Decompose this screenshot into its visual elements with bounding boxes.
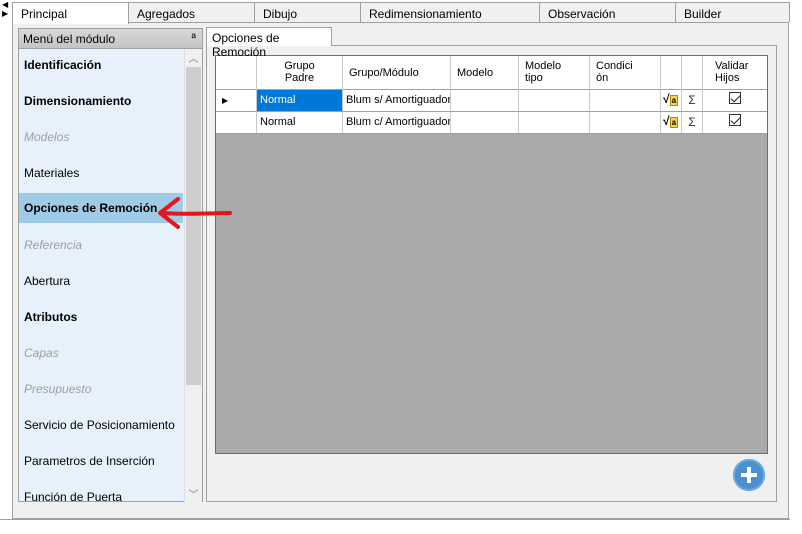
formula-icon[interactable]: √ a — [661, 112, 682, 133]
module-menu-list: Identificación Dimensionamiento Modelos … — [19, 50, 183, 502]
menu-item-atributos[interactable]: Atributos — [19, 302, 183, 332]
sigma-icon[interactable]: Σ — [682, 112, 703, 133]
menu-scrollbar[interactable]: ︿ ﹀ — [184, 50, 202, 502]
divider — [0, 519, 790, 520]
menu-item-parametros-de-insercion[interactable]: Parametros de Inserción — [19, 446, 183, 476]
header-line: Hijos — [715, 72, 740, 84]
tab-scroll-right-icon[interactable]: ▶ — [2, 9, 12, 18]
formula-icon[interactable]: √ a — [661, 90, 682, 111]
tab-observacion[interactable]: Observación — [539, 2, 676, 22]
current-row-indicator-icon[interactable]: ▶ — [216, 90, 257, 111]
row-header[interactable] — [216, 112, 257, 133]
header-line: Condici — [596, 60, 633, 72]
header-line: Grupo — [284, 60, 315, 72]
menu-item-dimensionamiento[interactable]: Dimensionamiento — [19, 86, 183, 116]
menu-item-materiales[interactable]: Materiales — [19, 158, 183, 188]
tab-builder[interactable]: Builder — [675, 2, 790, 22]
header-line: ón — [596, 72, 609, 84]
cell-grupo-padre[interactable]: Normal — [257, 112, 343, 133]
menu-item-funcion-de-puerta[interactable]: Función de Puerta — [19, 482, 183, 502]
annotation-arrow-icon — [158, 197, 232, 229]
cell-grupo-modulo[interactable]: Blum s/ Amortiguador — [343, 90, 451, 111]
tab-scroll-arrows[interactable]: ◀ ▶ — [2, 0, 12, 20]
module-menu-panel: Menú del módulo ª Identificación Dimensi… — [18, 28, 203, 502]
cell-modelo-tipo[interactable] — [519, 112, 590, 133]
menu-item-referencia: Referencia — [24, 238, 83, 252]
removal-options-grid: Grupo Padre Grupo/Módulo Modelo Modelo t… — [215, 55, 768, 454]
menu-item-servicio-de-posicionamiento[interactable]: Servicio de Posicionamiento — [19, 410, 183, 440]
main-tabbar: Principal Agregados Dibujo Redimensionam… — [12, 2, 790, 24]
cell-condicion[interactable] — [590, 112, 661, 133]
cell-modelo[interactable] — [451, 112, 519, 133]
header-line: Modelo — [525, 60, 562, 72]
pin-icon[interactable]: ª — [192, 31, 196, 45]
table-row[interactable]: ▶ Normal Blum s/ Amortiguador √ a Σ — [216, 90, 767, 112]
scroll-up-icon[interactable]: ︿ — [185, 50, 202, 66]
grid-header: Grupo Padre Grupo/Módulo Modelo Modelo t… — [216, 56, 767, 90]
tab-label: Principal — [21, 7, 68, 21]
row-header-corner — [216, 56, 257, 90]
col-header-validar-hijos[interactable]: Validar Hijos — [703, 56, 767, 90]
checkbox-checked-icon[interactable] — [729, 92, 741, 104]
add-row-button[interactable] — [733, 459, 765, 491]
tab-principal[interactable]: Principal — [12, 2, 129, 24]
menu-item-abertura[interactable]: Abertura — [19, 266, 183, 296]
tab-label: Observación — [548, 7, 616, 21]
cell-modelo-tipo[interactable] — [519, 90, 590, 111]
cell-grupo-padre[interactable]: Normal — [257, 90, 343, 111]
tab-redimensionamiento[interactable]: Redimensionamiento — [360, 2, 540, 22]
tab-label: Agregados — [137, 7, 196, 21]
col-header-condicion[interactable]: Condici ón — [590, 56, 661, 90]
module-menu-header: Menú del módulo ª — [19, 29, 202, 49]
validar-hijos-checkbox[interactable] — [703, 90, 767, 111]
cell-grupo-modulo[interactable]: Blum c/ Amortiguador — [343, 112, 451, 133]
tab-label: Builder — [684, 7, 722, 21]
scroll-down-icon[interactable]: ﹀ — [185, 486, 202, 502]
col-header-modelo-tipo[interactable]: Modelo tipo — [519, 56, 590, 90]
menu-item-presupuesto: Presupuesto — [24, 382, 92, 396]
table-row[interactable]: Normal Blum c/ Amortiguador √ a Σ — [216, 112, 767, 134]
cell-condicion[interactable] — [590, 90, 661, 111]
validar-hijos-checkbox[interactable] — [703, 112, 767, 133]
header-line: Padre — [284, 72, 315, 84]
tab-scroll-left-icon[interactable]: ◀ — [2, 0, 12, 9]
col-header-grupo-modulo[interactable]: Grupo/Módulo — [343, 56, 451, 90]
menu-item-identificacion[interactable]: Identificación — [19, 50, 183, 80]
header-line: Validar — [715, 60, 749, 72]
tab-agregados[interactable]: Agregados — [128, 2, 255, 22]
menu-item-modelos: Modelos — [24, 130, 70, 144]
checkbox-checked-icon[interactable] — [729, 114, 741, 126]
cell-modelo[interactable] — [451, 90, 519, 111]
header-line: tipo — [525, 72, 543, 84]
col-header-modelo[interactable]: Modelo — [451, 56, 519, 90]
col-header-sigma[interactable] — [682, 56, 703, 90]
menu-item-capas: Capas — [24, 346, 59, 360]
module-menu-title: Menú del módulo — [23, 32, 116, 46]
tab-label: Dibujo — [263, 7, 298, 21]
tab-opciones-de-remocion[interactable]: Opciones de Remoción — [206, 27, 332, 59]
col-header-formula[interactable] — [661, 56, 682, 90]
tab-label: Redimensionamiento — [369, 7, 482, 21]
tab-dibujo[interactable]: Dibujo — [254, 2, 361, 22]
sigma-icon[interactable]: Σ — [682, 90, 703, 111]
col-header-grupo-padre[interactable]: Grupo Padre — [257, 56, 343, 90]
